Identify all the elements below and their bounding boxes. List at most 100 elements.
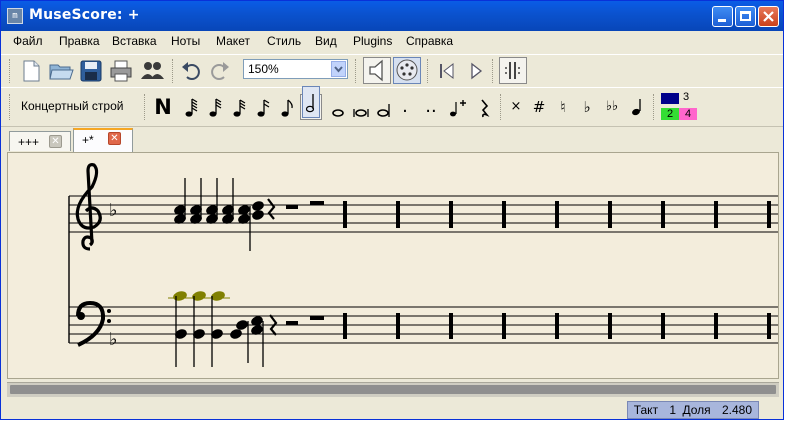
voice-4-button[interactable]: 4 [679,108,697,120]
duration-64th-button[interactable] [204,94,226,120]
menu-help[interactable]: Справка [406,34,453,48]
save-button[interactable] [79,59,103,83]
menu-plugins[interactable]: Plugins [353,34,392,48]
concert-pitch-toggle[interactable]: Концертный строй [21,99,123,113]
menu-file[interactable]: Файл [13,34,43,48]
tie-icon [450,100,466,117]
horizontal-scrollbar[interactable] [7,382,779,397]
maximize-icon [740,11,751,21]
bass-key-flat: ♭ [109,329,118,350]
toolbar-grip[interactable] [172,59,176,83]
voice-3-label[interactable]: 3 [683,91,689,103]
flip-direction-button[interactable] [627,94,649,120]
open-file-button[interactable] [48,59,74,83]
tab-close-button[interactable]: ✕ [108,132,121,145]
bass-selected-notes [168,291,230,301]
double-sharp-button[interactable]: × [505,94,527,120]
duration-breve-button[interactable] [350,94,372,120]
toolbar-grip[interactable] [492,59,496,83]
toolbar-grip[interactable] [500,94,504,120]
open-folder-icon [49,64,74,80]
status-bar: Такт 1 Доля 2.480 [1,398,783,419]
double-flat-button[interactable]: ♭♭ [601,94,623,120]
score-canvas[interactable]: ♭ ♭ [7,152,779,379]
flat-button[interactable]: ♭ [576,94,598,120]
new-document-icon [23,60,40,82]
duration-long-button[interactable] [373,94,395,120]
printer-icon [110,60,132,82]
rewind-button[interactable] [435,59,459,83]
play-icon [471,62,483,80]
voice-1-button[interactable] [661,93,679,104]
chevron-down-icon [334,66,343,73]
score-sheet: ♭ ♭ [68,163,778,367]
menu-edit[interactable]: Правка [59,34,100,48]
tab-label: +++ [18,135,40,149]
maximize-button[interactable] [735,6,756,27]
rewind-icon [440,62,454,80]
minimize-icon [718,19,726,22]
note-entry-mode-button[interactable]: N [152,94,174,120]
duration-128th-button[interactable] [180,94,202,120]
note-32nd-icon [233,99,246,117]
double-dot-button[interactable]: .. [420,94,442,120]
repeat-toggle[interactable] [499,57,527,84]
duration-eighth-button[interactable] [276,94,298,120]
midi-input-toggle[interactable] [393,57,421,84]
duration-32nd-button[interactable] [228,94,250,120]
close-button[interactable] [758,6,779,27]
toolbar-grip[interactable] [9,59,13,83]
sound-toggle[interactable] [363,57,391,84]
menu-insert[interactable]: Вставка [112,34,157,48]
scrollbar-thumb[interactable] [10,385,776,394]
note-half-icon [305,94,315,113]
note-long-icon [377,104,390,117]
toolbar-grip[interactable] [427,59,431,83]
close-icon: ✕ [110,133,119,144]
toolbar-grip[interactable] [355,59,359,83]
tab-close-button[interactable]: ✕ [49,135,62,148]
zoom-dropdown-button[interactable] [331,61,346,77]
tab-score-1[interactable]: +++ ✕ [9,131,71,151]
print-button[interactable] [109,59,133,83]
menu-style[interactable]: Стиль [267,34,301,48]
voice-2-button[interactable]: 2 [661,108,679,120]
rest-button[interactable] [473,94,495,120]
note-128th-icon [185,98,198,117]
note-breve-icon [353,109,369,117]
sharp-button[interactable]: # [528,94,550,120]
flip-stem-icon [632,99,641,116]
bass-chords [175,316,263,339]
toolbar-grip[interactable] [653,94,657,120]
duration-16th-button[interactable] [252,94,274,120]
menu-bar: Файл Правка Вставка Ноты Макет Стиль Вид… [1,31,783,53]
bass-half-rest [286,321,298,325]
duration-whole-button[interactable] [327,94,349,120]
natural-button[interactable]: ♮ [552,94,574,120]
title-bar[interactable]: m MuseScore: + [1,1,783,31]
dot-button[interactable]: . [394,94,416,120]
bass-clef-icon [76,300,111,347]
rest-icon [481,99,490,118]
menu-layout[interactable]: Макет [216,34,250,48]
menu-notes[interactable]: Ноты [171,34,200,48]
position-status: Такт 1 Доля 2.480 [626,401,759,419]
undo-button[interactable] [179,59,203,83]
people-parts-icon [141,62,164,79]
window-title: MuseScore: + [29,7,140,23]
new-file-button[interactable] [19,59,43,83]
measure-barlines [343,201,771,339]
play-button[interactable] [464,59,488,83]
tab-score-2[interactable]: +* ✕ [73,128,133,153]
duration-half-button[interactable] [302,86,320,118]
menu-view[interactable]: Вид [315,34,337,48]
toolbar-grip[interactable] [144,94,148,120]
treble-half-rest [286,205,298,209]
minimize-button[interactable] [712,6,733,27]
toolbar-grip[interactable] [9,94,13,120]
main-toolbar: 150% [1,54,783,88]
tie-button[interactable] [446,94,468,120]
parts-button[interactable] [140,59,164,83]
zoom-combobox[interactable]: 150% [243,59,348,79]
redo-button[interactable] [208,59,232,83]
